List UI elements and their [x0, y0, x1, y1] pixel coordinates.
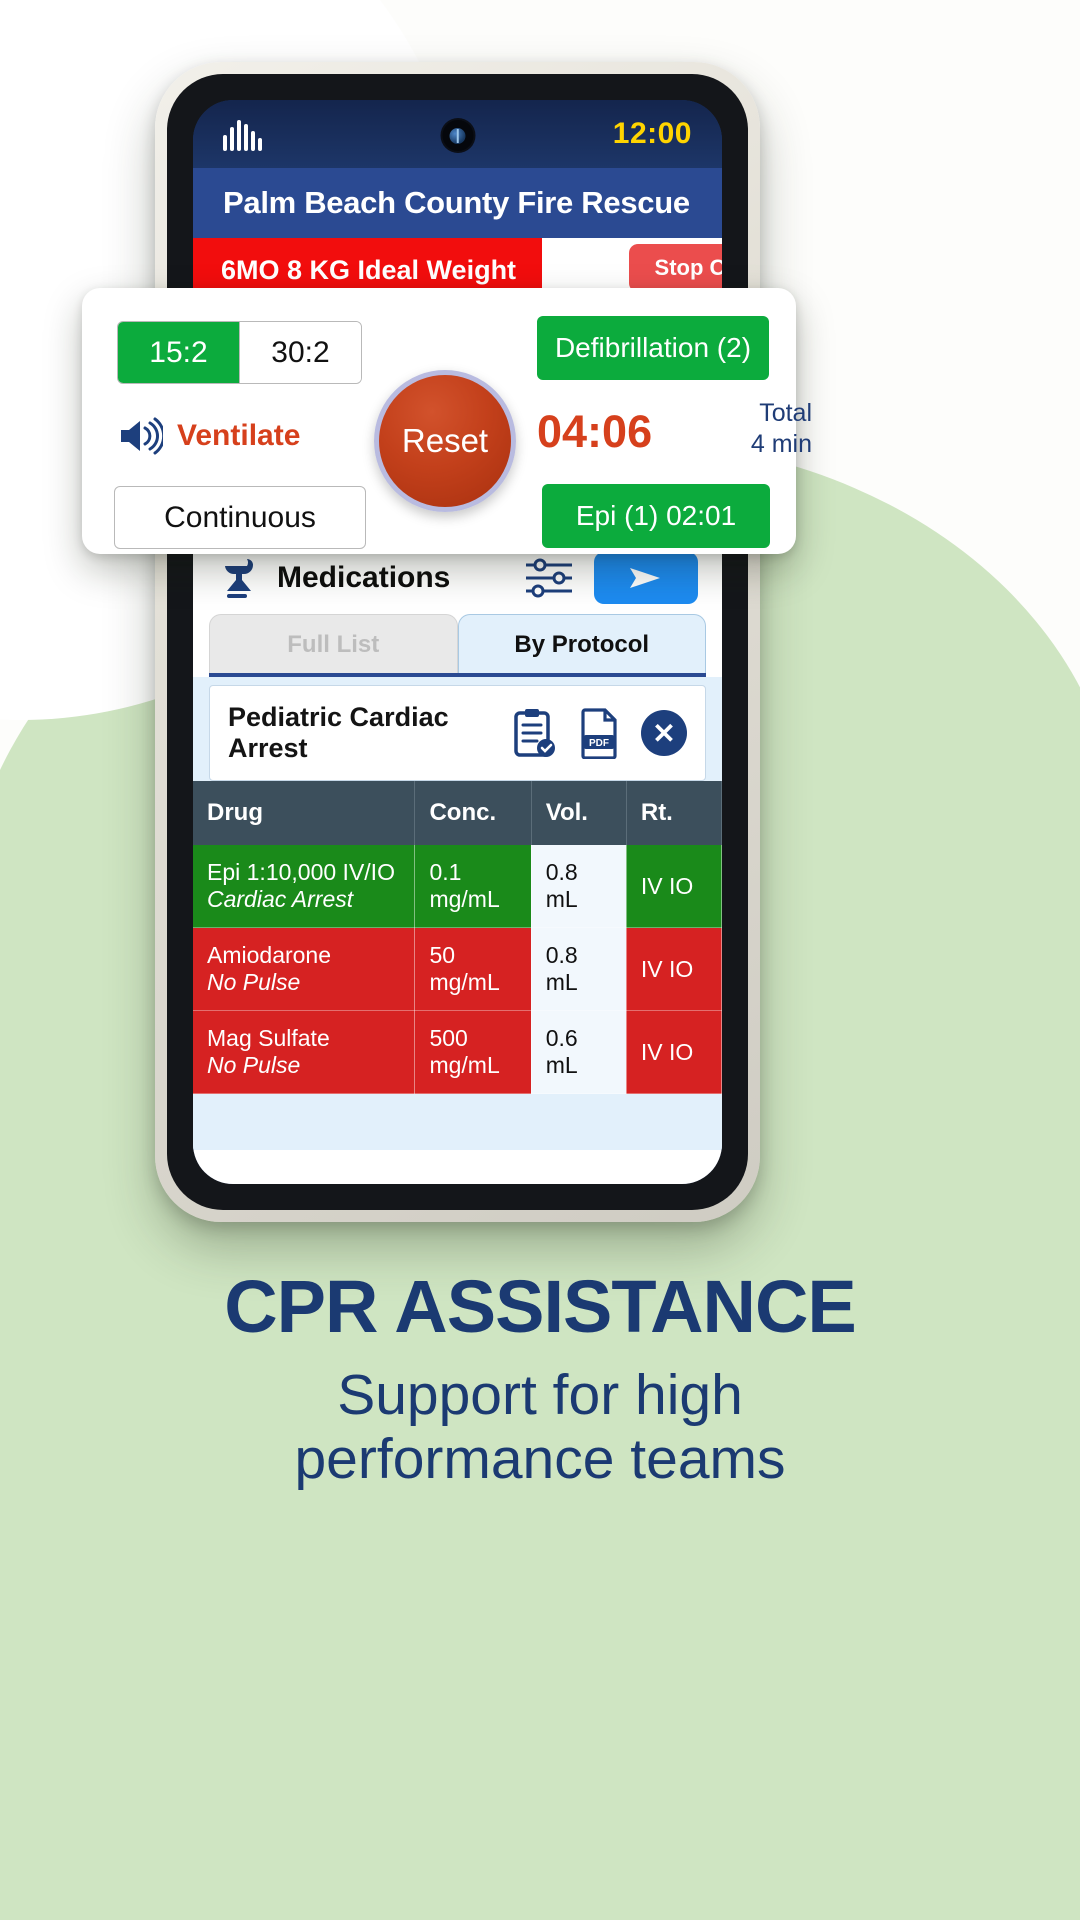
cpr-assistance-panel: 15:2 30:2 Ventilate Continuous Reset Def…	[82, 288, 812, 554]
caption-headline: CPR ASSISTANCE	[224, 1265, 857, 1348]
protocol-card: Pediatric Cardiac Arrest PDF ✕	[209, 685, 706, 781]
medications-tabs: Full List By Protocol	[193, 614, 722, 673]
cell-conc: 50 mg/mL	[414, 927, 532, 1011]
sliders-filter-icon[interactable]	[522, 555, 576, 601]
continuous-mode-button[interactable]: Continuous	[114, 486, 366, 549]
col-vol: Vol.	[531, 781, 627, 845]
list-tail-spacer	[193, 1094, 722, 1150]
medications-title: Medications	[277, 561, 451, 594]
col-conc: Conc.	[414, 781, 532, 845]
cell-route: IV IO	[626, 1010, 722, 1094]
col-drug: Drug	[193, 781, 416, 845]
drug-name: Mag Sulfate	[207, 1025, 330, 1051]
total-label: Total	[759, 399, 812, 427]
reset-button[interactable]: Reset	[374, 370, 516, 512]
tab-full-list[interactable]: Full List	[209, 614, 458, 673]
total-value: 4 min	[750, 430, 812, 459]
cell-vol: 0.8 mL	[531, 927, 627, 1011]
drug-indication: No Pulse	[207, 969, 301, 995]
phone-screen: 12:00 Palm Beach County Fire Rescue 6MO …	[193, 100, 722, 1184]
drug-indication: Cardiac Arrest	[207, 886, 354, 912]
drug-name: Amiodarone	[207, 942, 332, 968]
status-bar: 12:00	[193, 100, 722, 168]
tab-by-protocol[interactable]: By Protocol	[457, 614, 706, 673]
epi-timer-button[interactable]: Epi (1) 02:01	[542, 484, 770, 548]
defibrillation-button[interactable]: Defibrillation (2)	[537, 316, 769, 380]
cell-route: IV IO	[626, 845, 722, 928]
send-button[interactable]	[594, 552, 698, 604]
drug-indication: No Pulse	[207, 1052, 301, 1078]
patient-weight-label: 6MO 8 KG Ideal Weight	[221, 254, 517, 285]
promo-caption: CPR ASSISTANCE Support for high performa…	[0, 1270, 1080, 1492]
drug-name: Epi 1:10,000 IV/IO	[207, 859, 395, 885]
speaker-volume-icon[interactable]	[117, 416, 163, 456]
cell-drug: Epi 1:10,000 IV/IO Cardiac Arrest	[193, 845, 416, 928]
caption-subline-1: Support for high	[337, 1363, 743, 1427]
signal-waves-icon	[223, 117, 262, 151]
caption-subline-2: performance teams	[294, 1426, 786, 1491]
protocol-actions: PDF ✕	[511, 707, 687, 759]
cell-drug: Amiodarone No Pulse	[193, 927, 416, 1011]
send-arrow-icon	[630, 568, 660, 588]
ratio-option-30-2[interactable]: 30:2	[239, 322, 361, 383]
cpr-timer: 04:06	[537, 406, 653, 457]
cell-route: IV IO	[626, 927, 722, 1011]
phone-frame-inner: 12:00 Palm Beach County Fire Rescue 6MO …	[167, 74, 748, 1210]
clipboard-check-icon[interactable]	[511, 707, 557, 759]
stop-cpr-button[interactable]: Stop CPR	[628, 244, 722, 292]
col-rt: Rt.	[626, 781, 722, 845]
protocol-panel: Pediatric Cardiac Arrest PDF ✕	[193, 677, 722, 781]
pdf-document-icon[interactable]: PDF	[577, 707, 621, 759]
close-x-icon[interactable]: ✕	[641, 710, 687, 756]
phone-mockup: 12:00 Palm Beach County Fire Rescue 6MO …	[155, 62, 764, 1222]
drug-table-header-row: Drug Conc. Vol. Rt.	[193, 781, 722, 845]
ventilate-label: Ventilate	[177, 419, 301, 452]
drug-table: Drug Conc. Vol. Rt. Epi 1:10,000 IV/IO C…	[193, 781, 722, 1094]
table-row[interactable]: Epi 1:10,000 IV/IO Cardiac Arrest 0.1 mg…	[193, 845, 722, 928]
compression-ratio-toggle: 15:2 30:2	[117, 321, 362, 384]
ratio-option-15-2[interactable]: 15:2	[118, 322, 239, 383]
cell-vol: 0.8 mL	[531, 845, 627, 928]
svg-text:PDF: PDF	[589, 738, 609, 749]
pharmacy-bowl-icon	[225, 559, 253, 598]
total-time-block: Total 4 min	[732, 398, 812, 461]
protocol-name: Pediatric Cardiac Arrest	[228, 702, 449, 763]
app-header-bar: Palm Beach County Fire Rescue	[193, 168, 722, 238]
cell-conc: 500 mg/mL	[414, 1010, 532, 1094]
cell-drug: Mag Sulfate No Pulse	[193, 1010, 416, 1094]
ventilate-indicator: Ventilate	[117, 416, 300, 456]
table-row[interactable]: Mag Sulfate No Pulse 500 mg/mL 0.6 mL IV…	[193, 1010, 722, 1094]
front-camera-icon	[442, 120, 473, 151]
table-row[interactable]: Amiodarone No Pulse 50 mg/mL 0.8 mL IV I…	[193, 927, 722, 1011]
cell-conc: 0.1 mg/mL	[414, 845, 532, 928]
status-bar-clock: 12:00	[612, 117, 692, 150]
page-title: Palm Beach County Fire Rescue	[223, 185, 690, 220]
cell-vol: 0.6 mL	[531, 1010, 627, 1094]
